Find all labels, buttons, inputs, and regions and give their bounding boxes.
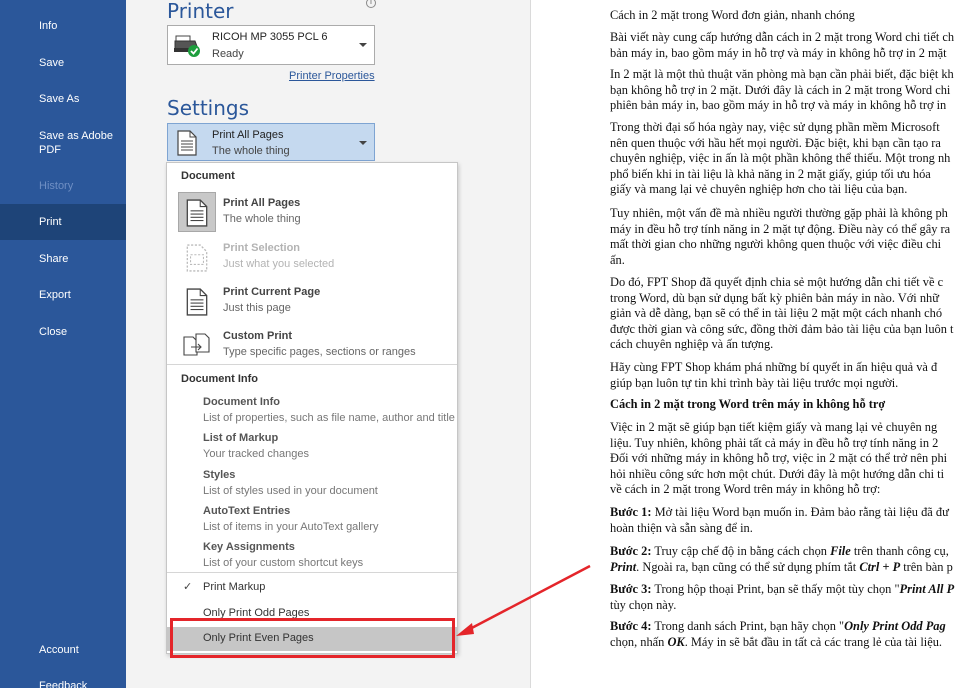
printer-dropdown[interactable]: RICOH MP 3055 PCL 6 Ready	[167, 25, 375, 65]
nav-history: History	[39, 180, 74, 192]
pages-dropdown-sub: The whole thing	[212, 145, 290, 157]
printer-icon	[174, 35, 200, 57]
doc-step-2: Bước 2: Truy cập chế độ in bằng cách chọ…	[610, 544, 953, 574]
menu-item-title: Print Selection	[223, 242, 301, 254]
nav-export[interactable]: Export	[0, 288, 126, 302]
menu-item-subtitle: The whole thing	[223, 213, 301, 225]
menu-item-key-assignments[interactable]: Key Assignments List of your custom shor…	[167, 541, 457, 575]
menu-item-title: Key Assignments	[203, 541, 295, 553]
info-icon[interactable]: i	[366, 0, 376, 8]
printer-status: Ready	[212, 48, 244, 60]
chevron-down-icon	[359, 141, 367, 145]
doc-paragraph: Tuy nhiên, một vấn đề mà nhiều người thư…	[610, 206, 951, 267]
print-pages-menu: Document Print All Pages The whole thing…	[166, 162, 458, 654]
menu-divider	[167, 364, 457, 365]
nav-save[interactable]: Save	[0, 56, 126, 70]
doc-step-3: Bước 3: Trong hộp thoại Print, bạn sẽ th…	[610, 582, 955, 612]
doc-paragraph: Do đó, FPT Shop đã quyết định chia sẻ mộ…	[610, 275, 954, 352]
nav-save-as[interactable]: Save As	[0, 92, 126, 106]
document-preview: Cách in 2 mặt trong Word đơn giản, nhanh…	[530, 0, 960, 688]
menu-item-subtitle: List of styles used in your document	[203, 485, 378, 497]
nav-save-as-adobe-pdf[interactable]: Save as Adobe PDF	[0, 129, 126, 157]
menu-item-title: Print Current Page	[223, 286, 321, 298]
nav-feedback[interactable]: Feedback	[0, 679, 126, 688]
doc-paragraph: Bài viết này cung cấp hướng dẫn cách in …	[610, 30, 955, 60]
pages-dropdown-title: Print All Pages	[212, 129, 284, 141]
menu-item-subtitle: List of items in your AutoText gallery	[203, 521, 379, 533]
menu-item-title: Custom Print	[223, 330, 293, 342]
menu-item-subtitle: List of your custom shortcut keys	[203, 557, 364, 569]
menu-item-subtitle: List of properties, such as file name, a…	[203, 412, 455, 424]
menu-item-title: Print All Pages	[223, 197, 301, 209]
nav-info[interactable]: Info	[0, 19, 126, 33]
menu-item-title: Styles	[203, 469, 236, 481]
nav-account[interactable]: Account	[0, 643, 126, 657]
menu-item-styles[interactable]: Styles List of styles used in your docum…	[167, 469, 457, 503]
all-pages-icon	[177, 130, 197, 156]
doc-heading: Cách in 2 mặt trong Word trên máy in khô…	[610, 397, 886, 411]
backstage-sidebar: Info Save Save As Save as Adobe PDF Hist…	[0, 0, 126, 688]
highlight-box	[170, 618, 455, 658]
menu-item-subtitle: Just what you selected	[223, 258, 335, 270]
nav-share[interactable]: Share	[0, 252, 126, 266]
nav-print[interactable]: Print	[0, 204, 126, 240]
menu-item-print-all-pages[interactable]: Print All Pages The whole thing	[167, 190, 457, 234]
doc-paragraph: Trong thời đại số hóa ngày nay, việc sử …	[610, 120, 951, 197]
doc-title: Cách in 2 mặt trong Word đơn giản, nhanh…	[610, 8, 855, 22]
menu-item-title: AutoText Entries	[203, 505, 291, 517]
doc-paragraph: In 2 mặt là một thủ thuật văn phòng mà b…	[610, 67, 954, 113]
menu-item-subtitle: Type specific pages, sections or ranges	[223, 346, 416, 358]
selection-icon	[186, 244, 208, 272]
menu-divider	[167, 572, 457, 573]
custom-print-icon	[183, 333, 210, 356]
all-pages-icon	[186, 199, 208, 227]
doc-paragraph: Hãy cùng FPT Shop khám phá những bí quyế…	[610, 360, 938, 390]
menu-item-subtitle: Your tracked changes	[203, 448, 309, 460]
doc-step-1: Bước 1: Mở tài liệu Word bạn muốn in. Đả…	[610, 505, 949, 535]
settings-heading: Settings	[167, 96, 250, 120]
printer-properties-link[interactable]: Printer Properties	[289, 70, 375, 82]
menu-item-title: Document Info	[203, 396, 280, 408]
option-label: Print Markup	[203, 581, 266, 593]
menu-item-title: List of Markup	[203, 432, 279, 444]
menu-item-subtitle: Just this page	[223, 302, 291, 314]
menu-item-print-current-page[interactable]: Print Current Page Just this page	[167, 283, 457, 323]
menu-item-custom-print[interactable]: Custom Print Type specific pages, sectio…	[167, 327, 457, 367]
current-page-icon	[186, 288, 208, 316]
nav-close[interactable]: Close	[0, 325, 126, 339]
doc-step-4: Bước 4: Trong danh sách Print, bạn hãy c…	[610, 619, 946, 649]
option-print-markup[interactable]: ✓ Print Markup	[167, 577, 457, 599]
menu-item-autotext-entries[interactable]: AutoText Entries List of items in your A…	[167, 505, 457, 539]
doc-paragraph: Việc in 2 mặt sẽ giúp bạn tiết kiệm giấy…	[610, 420, 948, 497]
menu-item-list-of-markup[interactable]: List of Markup Your tracked changes	[167, 432, 457, 466]
pages-dropdown[interactable]: Print All Pages The whole thing	[167, 123, 375, 161]
checkmark-icon: ✓	[183, 581, 193, 593]
printer-heading: Printer	[167, 0, 234, 23]
printer-name: RICOH MP 3055 PCL 6	[212, 31, 328, 43]
menu-item-print-selection: Print Selection Just what you selected	[167, 239, 457, 279]
chevron-down-icon	[359, 43, 367, 47]
document-section-title: Document	[181, 170, 235, 182]
document-info-section-title: Document Info	[181, 373, 258, 385]
menu-item-document-info[interactable]: Document Info List of properties, such a…	[167, 396, 457, 430]
